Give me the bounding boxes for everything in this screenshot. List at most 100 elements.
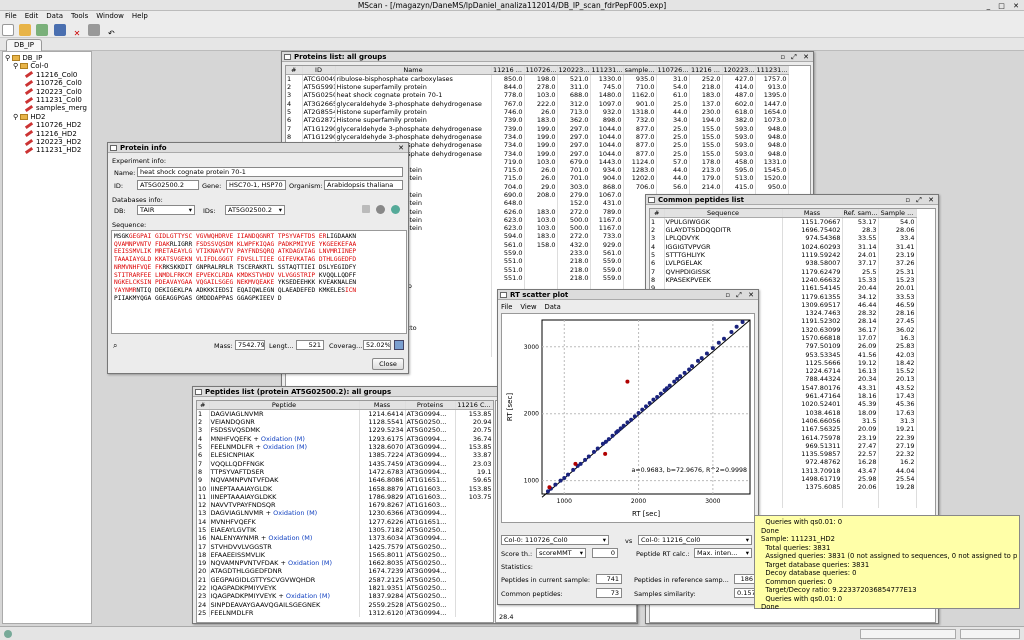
organism-field[interactable]: Arabidopsis thaliana — [324, 180, 403, 190]
table-row[interactable]: 11 IINEPTAAAIAYGLDKK 1786.9829 AT1G1603... 1… — [197, 492, 493, 501]
tree-item[interactable]: 110726_Col0 — [24, 79, 82, 87]
table-row[interactable]: 7AT1G1290...glyceraldehyde 3-phosphate d… — [286, 124, 789, 133]
column-header[interactable]: Mass — [782, 209, 843, 218]
open-file-icon[interactable] — [36, 24, 49, 36]
column-header[interactable]: 11216 C... — [455, 401, 493, 410]
column-header[interactable]: Ref. sam... — [842, 209, 879, 218]
open-folder-icon[interactable] — [19, 24, 32, 36]
nav-arrow-icon[interactable] — [362, 205, 370, 213]
column-header[interactable]: 111231... — [755, 66, 789, 75]
window-buttons[interactable]: ▫ ⤢ ✕ — [780, 52, 811, 62]
table-row[interactable]: 21 GEGPAIGIDLGTTYSCVGVWQHDR 2587.2125 AT5G0… — [197, 575, 493, 584]
column-header[interactable]: sample... — [623, 66, 657, 75]
sample-b-select[interactable]: Col-0: 11216_Col0 ▾ — [638, 535, 752, 545]
db-select[interactable]: TAIR ▾ — [137, 205, 195, 215]
tree-item[interactable]: 111231_Col0 — [24, 96, 82, 104]
expand-icon[interactable]: ⚲ — [13, 62, 20, 70]
column-header[interactable]: Sequence — [664, 209, 783, 218]
column-header[interactable]: # — [286, 66, 303, 75]
rt-menu-data[interactable]: Data — [545, 303, 561, 311]
tree-item[interactable]: 11216_HD2 — [24, 130, 77, 138]
column-header[interactable]: Mass — [359, 401, 406, 410]
protein-name-field[interactable]: heat shock cognate protein 70-1 — [137, 167, 403, 177]
table-row[interactable]: 20 ATAGDTHLGGEDFDNR 1674.7239 AT3G0994... — [197, 567, 493, 576]
table-row[interactable]: 6 ELESICNPIIAK 1385.7224 AT3G0994... 33.87 — [197, 451, 493, 460]
table-row[interactable]: 7 VQQLLQDFFNGK 1435.7459 AT3G0994... 23.03 — [197, 459, 493, 468]
table-row[interactable]: 5 FEELNMDLFR + Oxidation (M) 1328.6070 AT3G… — [197, 442, 493, 452]
window-buttons[interactable]: ▫ ⤢ ✕ — [725, 290, 756, 300]
table-row[interactable]: 17 STVHDVVLVGGSTR 1425.7579 AT5G0250... — [197, 542, 493, 551]
tree-item[interactable]: 111231_HD2 — [24, 146, 81, 154]
menu-file[interactable]: File — [5, 12, 17, 20]
expand-icon[interactable]: ⚲ — [13, 113, 20, 121]
column-header[interactable]: 11216 ... — [689, 66, 723, 75]
table-row[interactable]: 5 STTTGHLIYK 1119.59242 24.01 23.19 — [650, 250, 917, 260]
tree-item[interactable]: 120223_HD2 — [24, 138, 81, 146]
table-row[interactable]: 2 GLAYDTSDDQQDITR 1696.75402 28.3 28.06 — [650, 226, 917, 235]
menu-data[interactable]: Data — [46, 12, 63, 20]
column-header[interactable]: 120223... — [557, 66, 591, 75]
table-row[interactable]: 4 MNHFVQEFK + Oxidation (M) 1293.6175 AT3G0… — [197, 434, 493, 443]
ids-select[interactable]: AT5G02500.2 ▾ — [225, 205, 285, 215]
new-file-icon[interactable] — [2, 24, 14, 36]
rt-menu-view[interactable]: View — [520, 303, 536, 311]
table-row[interactable]: 6 LVLPGELAK 938.58007 37.17 37.26 — [650, 259, 917, 268]
table-row[interactable]: 1ATCG0049...ribulose-bisphosphate carbox… — [286, 74, 789, 83]
save-icon[interactable] — [53, 24, 66, 36]
tree-item[interactable]: 11216_Col0 — [24, 71, 77, 79]
menu-tools[interactable]: Tools — [71, 12, 88, 20]
protein-id-field[interactable]: AT5G02500.2 — [137, 180, 199, 190]
record-icon[interactable] — [376, 205, 385, 214]
tree-item[interactable]: 120223_Col0 — [24, 88, 82, 96]
table-row[interactable]: 6AT2G2872...Histone superfamily protein7… — [286, 116, 789, 125]
table-row[interactable]: 14 MVNHFVQEFK 1277.6226 AT1G1651... — [197, 517, 493, 526]
rt-calc-select[interactable]: Max. inten... ▾ — [694, 548, 752, 558]
table-row[interactable]: 22 IQAGPADKPMIYVEYK 1821.9351 AT5G0250... — [197, 583, 493, 593]
sample-a-select[interactable]: Col-0: 110726_Col0 ▾ — [501, 535, 609, 545]
column-header[interactable]: 11216 ... — [491, 66, 525, 75]
table-row[interactable]: 1 VPULGIWGGK 1151.70667 53.17 54.0 — [650, 217, 917, 226]
tree-item[interactable]: samples_merg — [24, 104, 87, 112]
globe-icon[interactable] — [391, 205, 400, 214]
magnifier-icon[interactable]: ⌕ — [113, 341, 117, 351]
table-row[interactable]: 13 DAGVIAGLNVMR + Oxidation (M) 1230.6366 A… — [197, 509, 493, 518]
gene-field[interactable]: HSC70-1, HSP70 — [226, 180, 286, 190]
table-row[interactable]: 3 LPLQDVYK 974.54368 33.55 33.4 — [650, 234, 917, 243]
column-header[interactable]: Name — [335, 66, 492, 75]
table-row[interactable]: 5AT2G8554...Histone superfamily protein7… — [286, 107, 789, 117]
column-header[interactable]: Sample ... — [878, 209, 917, 218]
table-row[interactable]: 3 FSDSSVQSDMK 1229.5234 AT5G0250... 20.75 — [197, 426, 493, 435]
menu-window[interactable]: Window — [96, 12, 124, 20]
window-buttons[interactable]: ▫ ⤢ ✕ — [905, 195, 936, 205]
table-row[interactable]: 16 NALENYAYNMR + Oxidation (M) 1373.6034 AT… — [197, 534, 493, 543]
chart-icon[interactable] — [394, 340, 404, 350]
score-threshold-input[interactable]: 0 — [592, 548, 618, 558]
table-row[interactable]: 4AT3G2665...glyceraldehyde 3-phosphate d… — [286, 99, 789, 108]
mass-field[interactable]: 7542.79 — [235, 340, 265, 350]
table-row[interactable]: 19 NQVAMNPVNTVFDAK + Oxidation (M) 1662.80… — [197, 559, 493, 568]
table-row[interactable]: 1 DAGVIAGLNVMR 1214.6414 AT3G0994... 153.85 — [197, 409, 493, 418]
table-row[interactable]: 25 FEELNMDLFR 1312.6120 AT3G0994... — [197, 608, 493, 618]
column-header[interactable]: Peptide — [209, 401, 360, 410]
column-header[interactable]: 110726... — [524, 66, 558, 75]
column-header[interactable]: # — [197, 401, 210, 410]
table-row[interactable]: 23 IQAGPADKPMIYVEYK + Oxidation (M) 1837.9… — [197, 592, 493, 601]
table-row[interactable]: 8AT1G1290...glyceraldehyde 3-phosphate d… — [286, 132, 789, 142]
table-row[interactable]: 4 IGGIGTVPVGR 1024.60293 31.14 31.41 — [650, 242, 917, 251]
table-row[interactable]: 2AT5G5991...Histone superfamily protein8… — [286, 83, 789, 92]
tree-group[interactable]: ⚲ Col-0 — [13, 62, 48, 70]
table-row[interactable]: 15 EIAEAYLGVTIK 1305.7182 AT5G0250... — [197, 525, 493, 535]
column-header[interactable]: 111231... — [590, 66, 624, 75]
column-header[interactable]: ID — [302, 66, 336, 75]
menu-edit[interactable]: Edit — [25, 12, 39, 20]
table-row[interactable]: 10 IINEPTAAAIAYGLDK 1658.8879 AT1G1603... 15… — [197, 484, 493, 493]
coverage-field[interactable]: 52.02% — [363, 340, 391, 350]
column-header[interactable]: Proteins — [405, 401, 456, 410]
tree-root[interactable]: ⚲ DB_IP — [5, 54, 42, 62]
table-row[interactable]: 3AT5G0250...heat shock cognate protein 7… — [286, 91, 789, 100]
table-row[interactable]: 2 VEIANDQGNR 1128.5541 AT5G0250... 20.94 — [197, 418, 493, 427]
rt-menu-file[interactable]: File — [501, 303, 512, 311]
tree-group[interactable]: ⚲ HD2 — [13, 113, 45, 121]
table-row[interactable]: 7 QVHPDIGISSK 1179.62479 25.5 25.31 — [650, 267, 917, 276]
close-window-button[interactable]: ✕ — [398, 143, 406, 153]
